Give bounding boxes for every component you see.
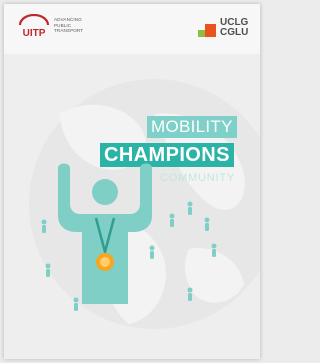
cover-card: UITP ADVANCING PUBLIC TRANSPORT UCLG CGL… [4, 4, 260, 359]
champion-figure-illustration [41, 163, 217, 311]
figure-head [92, 179, 118, 205]
small-figure-icon [187, 201, 193, 215]
small-figure-icon [169, 213, 175, 227]
small-figure-icon [73, 297, 79, 311]
small-figure-icon [204, 217, 210, 231]
small-figure-icon [45, 263, 51, 277]
small-figure-icon [41, 219, 47, 233]
small-figure-icon [149, 245, 155, 259]
small-figure-icon [211, 243, 217, 257]
small-figure-icon [187, 287, 193, 301]
